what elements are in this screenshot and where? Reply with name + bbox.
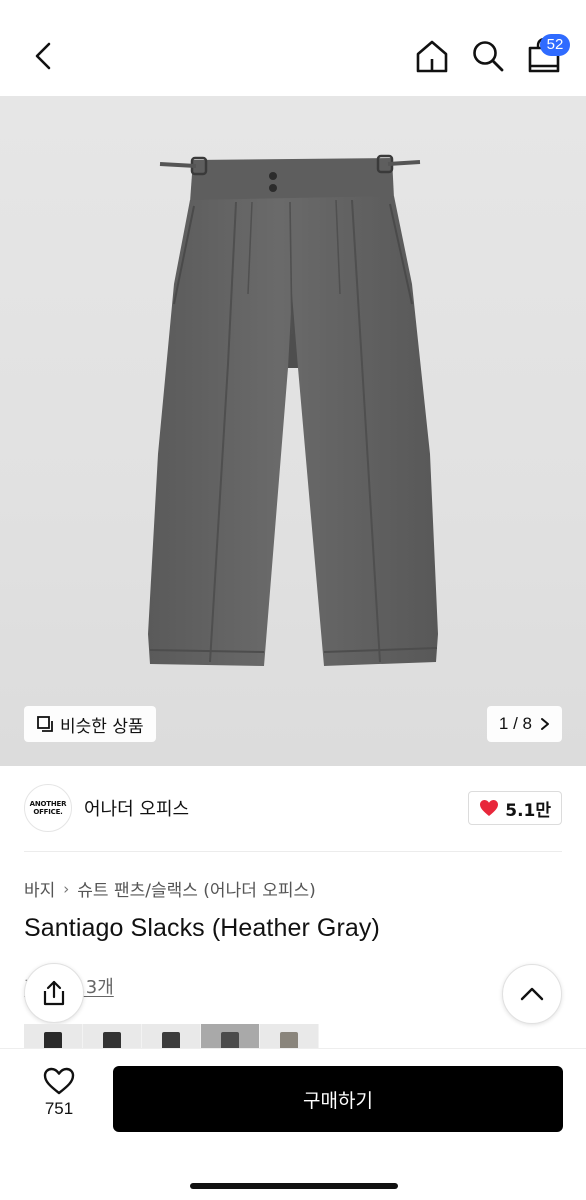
share-icon <box>43 980 65 1006</box>
similar-items-icon <box>37 716 53 732</box>
product-image-gallery[interactable]: 비슷한 상품 1 / 8 <box>0 96 586 766</box>
color-option-heather-gray[interactable] <box>201 1024 260 1048</box>
color-option-gray-check[interactable] <box>260 1024 319 1048</box>
breadcrumb: 바지 › 슈트 팬츠/슬랙스 (어나더 오피스) <box>24 876 316 902</box>
brand-name[interactable]: 어나더 오피스 <box>84 795 189 821</box>
image-page-indicator[interactable]: 1 / 8 <box>486 706 562 742</box>
similar-products-button[interactable]: 비슷한 상품 <box>24 706 156 742</box>
color-option-list <box>24 1024 319 1048</box>
breadcrumb-item-subcategory[interactable]: 슈트 팬츠/슬랙스 (어나더 오피스) <box>77 876 316 901</box>
divider <box>24 851 562 852</box>
cart-count-badge: 52 <box>540 34 570 56</box>
chevron-right-icon <box>541 718 549 730</box>
buy-button[interactable]: 구매하기 <box>113 1066 563 1132</box>
color-option-dark-gray[interactable] <box>142 1024 201 1048</box>
chevron-right-icon: › <box>63 879 70 898</box>
brand-logo-line2: OFFICE. <box>33 808 63 816</box>
color-option-charcoal[interactable] <box>83 1024 142 1048</box>
share-button[interactable] <box>24 963 84 1023</box>
brand-row[interactable]: ANOTHER OFFICE. 어나더 오피스 5.1만 <box>24 784 562 832</box>
chevron-up-icon <box>520 987 544 1001</box>
color-option-black[interactable] <box>24 1024 83 1048</box>
chevron-left-icon <box>35 42 51 70</box>
bottom-action-bar: 751 구매하기 <box>0 1048 586 1200</box>
image-page-text: 1 / 8 <box>498 714 532 733</box>
back-button[interactable] <box>26 38 60 74</box>
home-icon <box>416 40 448 73</box>
product-photo <box>148 154 438 666</box>
search-icon <box>473 41 504 72</box>
product-title: Santiago Slacks (Heather Gray) <box>24 914 380 942</box>
brand-like-count: 5.1만 <box>505 800 551 821</box>
similar-products-label: 비슷한 상품 <box>60 716 144 737</box>
top-navigation-bar: 52 <box>0 0 586 96</box>
brand-like-button[interactable]: 5.1만 <box>468 791 562 825</box>
heart-outline-icon <box>43 1067 75 1095</box>
cart-button[interactable]: 52 <box>526 34 570 76</box>
brand-logo-line1: ANOTHER <box>29 800 67 808</box>
home-indicator <box>190 1183 398 1189</box>
search-button[interactable] <box>470 36 506 76</box>
wishlist-button[interactable]: 751 <box>30 1067 88 1131</box>
brand-logo[interactable]: ANOTHER OFFICE. <box>24 784 72 832</box>
wishlist-count: 751 <box>44 1099 74 1118</box>
scroll-to-top-button[interactable] <box>502 964 562 1024</box>
breadcrumb-item-category[interactable]: 바지 <box>24 876 55 901</box>
home-button[interactable] <box>414 36 450 76</box>
heart-filled-icon <box>480 800 499 816</box>
